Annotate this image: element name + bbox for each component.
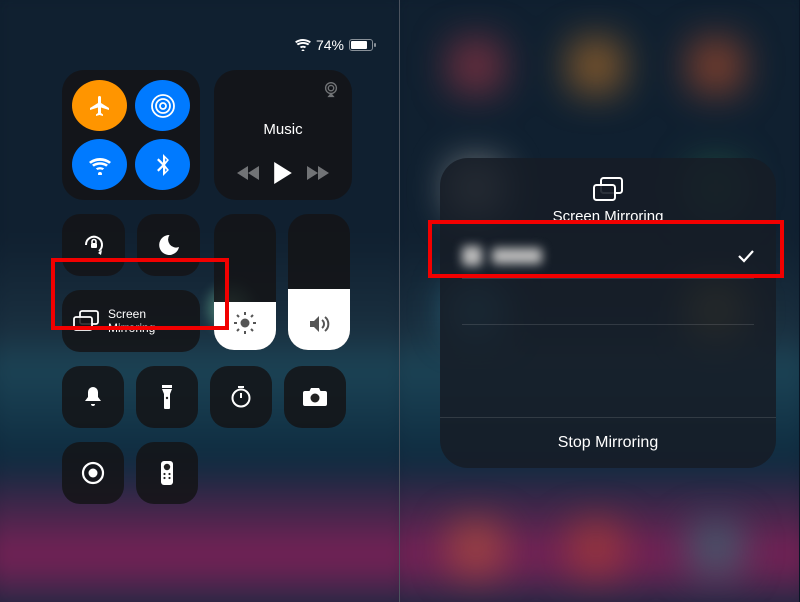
screen-mirroring-icon bbox=[72, 310, 100, 332]
device-icon bbox=[462, 246, 482, 266]
screen-mirroring-icon bbox=[591, 176, 625, 202]
stop-mirroring-button[interactable]: Stop Mirroring bbox=[440, 417, 776, 468]
volume-icon bbox=[307, 313, 331, 340]
silent-toggle[interactable] bbox=[62, 366, 124, 428]
screen-record-button[interactable] bbox=[62, 442, 124, 504]
checkmark-icon bbox=[738, 249, 754, 263]
connectivity-module bbox=[62, 70, 200, 200]
orientation-lock-toggle[interactable] bbox=[62, 214, 125, 276]
music-title: Music bbox=[226, 121, 340, 138]
bluetooth-toggle[interactable] bbox=[135, 139, 190, 190]
device-name-hidden bbox=[492, 248, 542, 264]
apple-tv-remote-button[interactable] bbox=[136, 442, 198, 504]
rewind-icon[interactable] bbox=[237, 165, 259, 181]
flashlight-toggle[interactable] bbox=[136, 366, 198, 428]
mirror-device-row-empty bbox=[462, 325, 754, 371]
control-center: Music bbox=[62, 70, 352, 504]
mirror-panel-title: Screen Mirroring bbox=[553, 208, 664, 225]
battery-percent: 74% bbox=[316, 37, 344, 53]
do-not-disturb-toggle[interactable] bbox=[137, 214, 200, 276]
airplane-mode-toggle[interactable] bbox=[72, 80, 127, 131]
wifi-toggle[interactable] bbox=[72, 139, 127, 190]
airdrop-toggle[interactable] bbox=[135, 80, 190, 131]
screen-mirroring-panel: Screen Mirroring Stop Mirroring bbox=[440, 158, 776, 468]
camera-button[interactable] bbox=[284, 366, 346, 428]
timer-button[interactable] bbox=[210, 366, 272, 428]
mirror-device-row-empty bbox=[462, 279, 754, 325]
screen-mirroring-button[interactable]: Screen Mirroring bbox=[62, 290, 200, 352]
music-module[interactable]: Music bbox=[214, 70, 352, 200]
play-icon[interactable] bbox=[274, 162, 292, 184]
battery-icon bbox=[349, 39, 373, 51]
wifi-status-icon bbox=[295, 39, 311, 51]
airplay-audio-icon[interactable] bbox=[322, 80, 340, 98]
screen-mirroring-label-1: Screen bbox=[108, 307, 155, 321]
screen-mirroring-label-2: Mirroring bbox=[108, 321, 155, 335]
forward-icon[interactable] bbox=[307, 165, 329, 181]
volume-slider[interactable] bbox=[288, 214, 350, 350]
status-bar: 74% bbox=[0, 34, 399, 56]
mirror-device-row[interactable] bbox=[462, 233, 754, 279]
brightness-icon bbox=[233, 311, 257, 340]
brightness-slider[interactable] bbox=[214, 214, 276, 350]
